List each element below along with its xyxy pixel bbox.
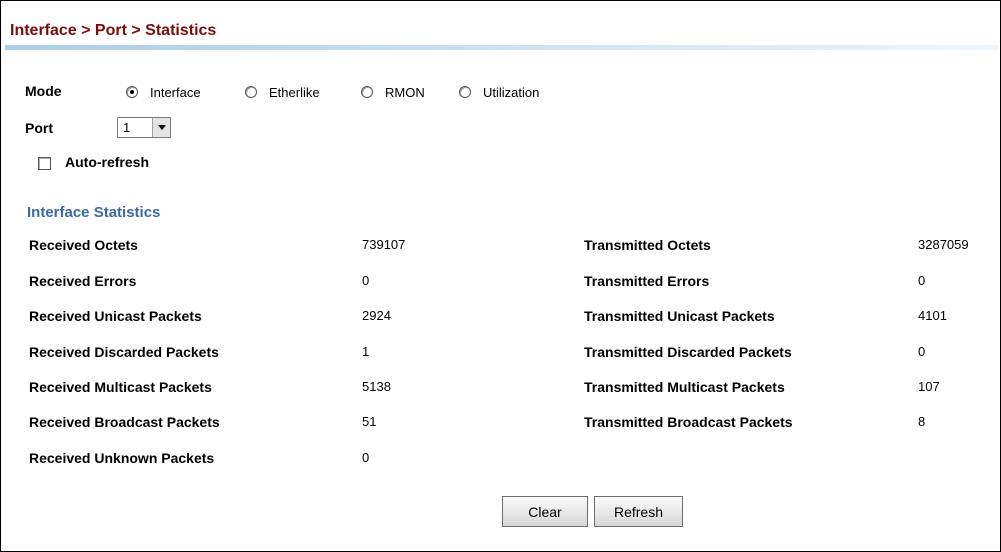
page-title: Interface > Port > Statistics <box>10 22 217 39</box>
auto-refresh-label: Auto-refresh <box>65 154 150 170</box>
transmitted-broadcast-label: Transmitted Broadcast Packets <box>584 414 793 430</box>
chevron-down-icon[interactable] <box>152 118 170 137</box>
received-octets-value: 739107 <box>362 237 406 252</box>
received-broadcast-label: Received Broadcast Packets <box>29 414 220 430</box>
received-octets-label: Received Octets <box>29 237 138 253</box>
transmitted-octets-value: 3287059 <box>918 237 969 252</box>
transmitted-multicast-value: 107 <box>918 379 940 394</box>
transmitted-discarded-value: 0 <box>918 344 926 359</box>
transmitted-errors-label: Transmitted Errors <box>584 273 710 289</box>
received-discarded-value: 1 <box>362 344 370 359</box>
transmitted-errors-value: 0 <box>918 273 926 288</box>
transmitted-broadcast-value: 8 <box>918 414 926 429</box>
refresh-button[interactable]: Refresh <box>594 496 683 527</box>
mode-option-label: Etherlike <box>269 84 320 100</box>
received-discarded-label: Received Discarded Packets <box>29 344 219 360</box>
mode-option-label: RMON <box>385 84 425 100</box>
title-divider <box>5 45 999 50</box>
radio-checked-icon[interactable] <box>126 86 138 98</box>
section-title: Interface Statistics <box>27 204 161 221</box>
auto-refresh-checkbox[interactable] <box>38 157 51 170</box>
transmitted-multicast-label: Transmitted Multicast Packets <box>584 379 785 395</box>
transmitted-unicast-label: Transmitted Unicast Packets <box>584 308 775 324</box>
title-bar: Interface > Port > Statistics <box>1 1 1000 51</box>
received-unicast-label: Received Unicast Packets <box>29 308 202 324</box>
radio-unchecked-icon[interactable] <box>245 86 257 98</box>
mode-label: Mode <box>25 83 62 99</box>
radio-unchecked-icon[interactable] <box>459 86 471 98</box>
received-unicast-value: 2924 <box>362 308 391 323</box>
clear-button[interactable]: Clear <box>502 496 588 527</box>
received-unknown-label: Received Unknown Packets <box>29 450 215 466</box>
statistics-panel: Interface > Port > Statistics Mode Inter… <box>0 0 1001 552</box>
received-errors-value: 0 <box>362 273 370 288</box>
mode-option-etherlike[interactable]: Etherlike <box>245 84 320 100</box>
transmitted-octets-label: Transmitted Octets <box>584 237 711 253</box>
received-multicast-value: 5138 <box>362 379 391 394</box>
port-select-value: 1 <box>123 120 131 135</box>
radio-unchecked-icon[interactable] <box>361 86 373 98</box>
mode-option-utilization[interactable]: Utilization <box>459 84 539 100</box>
port-label: Port <box>25 120 53 136</box>
received-broadcast-value: 51 <box>362 414 377 429</box>
mode-option-rmon[interactable]: RMON <box>361 84 425 100</box>
mode-option-label: Interface <box>150 84 201 100</box>
received-errors-label: Received Errors <box>29 273 137 289</box>
transmitted-unicast-value: 4101 <box>918 308 947 323</box>
received-multicast-label: Received Multicast Packets <box>29 379 212 395</box>
port-select[interactable]: 1 <box>117 117 171 138</box>
mode-option-interface[interactable]: Interface <box>126 84 201 100</box>
mode-option-label: Utilization <box>483 84 540 100</box>
received-unknown-value: 0 <box>362 450 370 465</box>
transmitted-discarded-label: Transmitted Discarded Packets <box>584 344 792 360</box>
